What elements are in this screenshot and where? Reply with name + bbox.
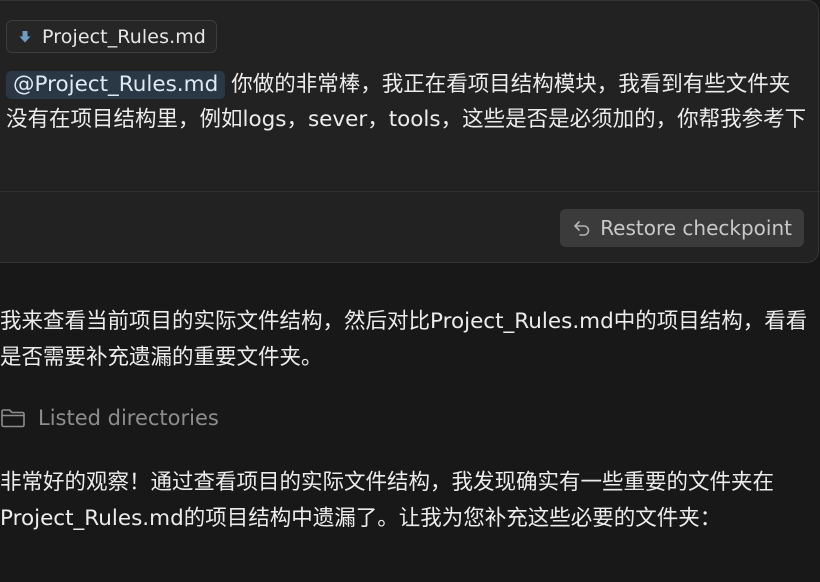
restore-checkpoint-label: Restore checkpoint — [600, 216, 792, 240]
user-message-text: @Project_Rules.md 你做的非常棒，我正在看项目结构模块，我看到有些… — [6, 67, 811, 137]
attached-file-chip[interactable]: Project_Rules.md — [6, 20, 217, 53]
assistant-intro-text: 我来查看当前项目的实际文件结构，然后对比Project_Rules.md中的项目… — [0, 309, 808, 370]
card-divider — [0, 191, 820, 192]
folder-icon — [1, 409, 25, 428]
attached-file-name: Project_Rules.md — [42, 25, 206, 48]
download-arrow-icon — [19, 30, 31, 42]
chat-panel: Project_Rules.md @Project_Rules.md 你做的非常棒… — [0, 0, 820, 582]
restore-arrow-icon — [574, 221, 590, 236]
file-mention[interactable]: @Project_Rules.md — [6, 71, 226, 99]
assistant-followup-text: 非常好的观察！通过查看项目的实际文件结构，我发现确实有一些重要的文件夹在Proj… — [0, 470, 775, 531]
restore-checkpoint-button[interactable]: Restore checkpoint — [560, 209, 804, 247]
tool-call-label: Listed directories — [38, 406, 219, 430]
tool-call-listed-directories[interactable]: Listed directories — [0, 406, 219, 430]
